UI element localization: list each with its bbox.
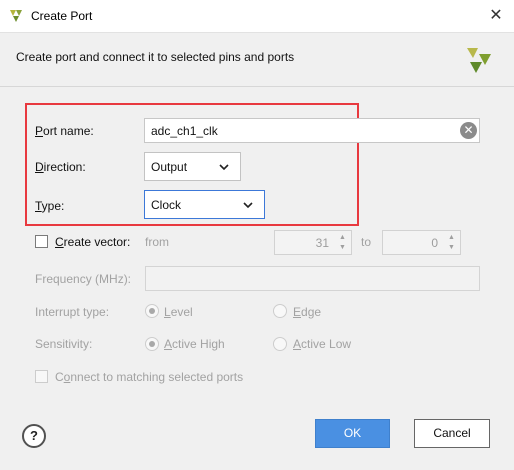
- sensitivity-label: Sensitivity:: [35, 337, 93, 351]
- window-title: Create Port: [31, 9, 93, 23]
- to-value: 0: [431, 236, 438, 250]
- interrupt-edge-radio[interactable]: [273, 304, 287, 318]
- cancel-button[interactable]: Cancel: [414, 419, 490, 448]
- spin-down-icon[interactable]: ▼: [446, 242, 457, 253]
- header-divider: [0, 86, 514, 87]
- connect-matching-checkbox[interactable]: [35, 370, 48, 383]
- direction-value: Output: [151, 160, 188, 174]
- sensitivity-active-low-label: Active Low: [293, 337, 352, 351]
- sensitivity-active-high-radio[interactable]: [145, 337, 159, 351]
- type-value: Clock: [151, 198, 182, 212]
- help-icon[interactable]: ?: [22, 424, 46, 448]
- from-spinner[interactable]: 31 ▲ ▼: [274, 230, 352, 255]
- clear-icon[interactable]: ✕: [460, 122, 477, 139]
- sensitivity-active-high-label: Active High: [164, 337, 225, 351]
- frequency-label: Frequency (MHz):: [35, 272, 132, 286]
- create-vector-label: Create vector:: [55, 235, 131, 249]
- type-label: Type:: [35, 199, 65, 213]
- close-button[interactable]: ✕: [486, 6, 506, 26]
- chevron-down-icon: [243, 202, 253, 209]
- sensitivity-active-low-radio[interactable]: [273, 337, 287, 351]
- dialog-description: Create port and connect it to selected p…: [16, 50, 295, 64]
- port-name-value: adc_ch1_clk: [151, 124, 218, 138]
- from-label: from: [145, 235, 169, 249]
- port-name-input[interactable]: adc_ch1_clk: [144, 118, 480, 143]
- from-value: 31: [315, 236, 329, 250]
- interrupt-edge-label: Edge: [293, 305, 322, 319]
- interrupt-level-radio[interactable]: [145, 304, 159, 318]
- ok-button[interactable]: OK: [315, 419, 390, 448]
- to-spinner[interactable]: 0 ▲ ▼: [382, 230, 461, 255]
- spin-down-icon[interactable]: ▼: [337, 242, 348, 253]
- direction-select[interactable]: Output: [144, 152, 241, 181]
- title-bar: Create Port ✕: [0, 0, 514, 32]
- vivado-logo-icon: [467, 48, 491, 73]
- chevron-down-icon: [219, 164, 229, 171]
- create-vector-checkbox[interactable]: [35, 235, 48, 248]
- interrupt-level-label: Level: [164, 305, 193, 319]
- direction-label: Direction:: [35, 160, 86, 174]
- to-label: to: [361, 235, 372, 249]
- frequency-input[interactable]: [145, 266, 480, 291]
- connect-matching-label: Connect to matching selected ports: [55, 370, 244, 384]
- type-select[interactable]: Clock: [144, 190, 265, 219]
- close-icon: ✕: [489, 7, 503, 24]
- port-name-label: Port name:: [35, 124, 94, 138]
- vivado-app-icon: [10, 10, 22, 22]
- interrupt-type-label: Interrupt type:: [35, 305, 110, 319]
